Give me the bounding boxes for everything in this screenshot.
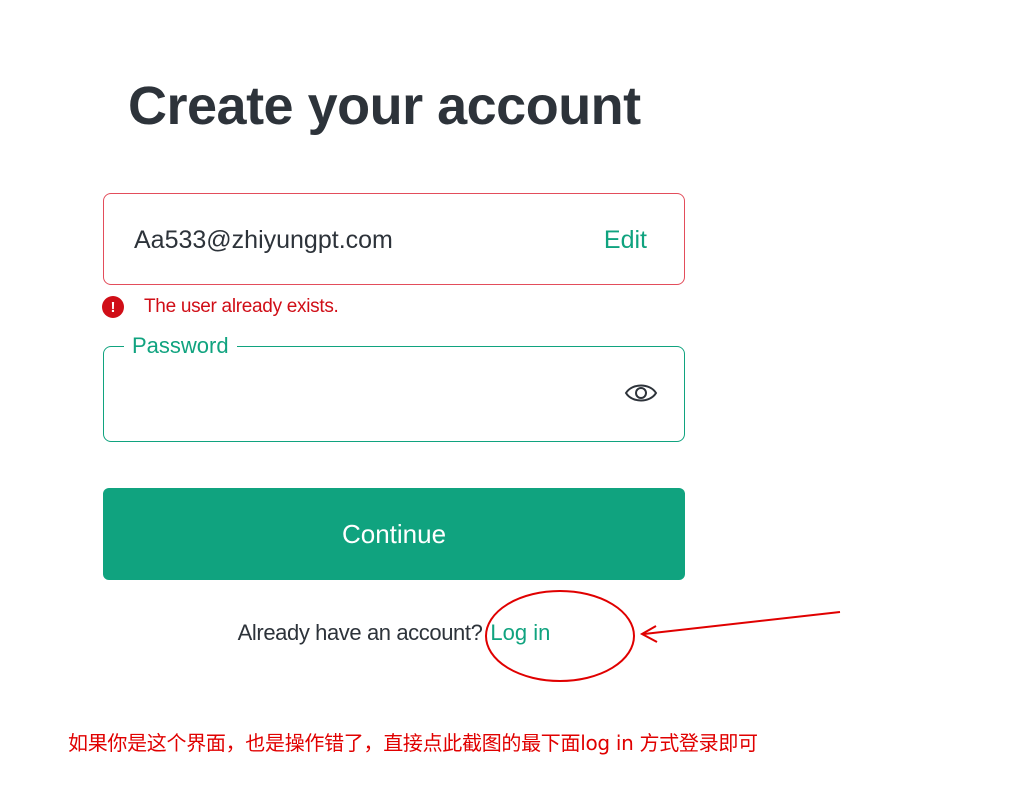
password-label: Password	[124, 333, 237, 359]
page-title: Create your account	[128, 76, 641, 136]
error-icon: !	[102, 296, 124, 318]
email-value: Aa533@zhiyungpt.com	[134, 226, 393, 254]
password-field-container: Password	[103, 333, 685, 442]
edit-email-button[interactable]: Edit	[604, 225, 647, 255]
continue-button[interactable]: Continue	[103, 488, 685, 580]
annotation-note: 如果你是这个界面，也是操作错了，直接点此截图的最下面log in 方式登录即可	[68, 731, 758, 755]
email-display-box: Aa533@zhiyungpt.com Edit	[103, 193, 685, 285]
already-have-account-text: Already have an account?	[237, 620, 483, 645]
error-message: ! The user already exists.	[102, 296, 339, 318]
eye-icon[interactable]	[624, 380, 658, 406]
login-link[interactable]: Log in	[490, 620, 550, 645]
login-prompt: Already have an account? Log in	[0, 619, 788, 647]
password-input[interactable]	[130, 375, 604, 417]
error-text: The user already exists.	[144, 296, 339, 317]
